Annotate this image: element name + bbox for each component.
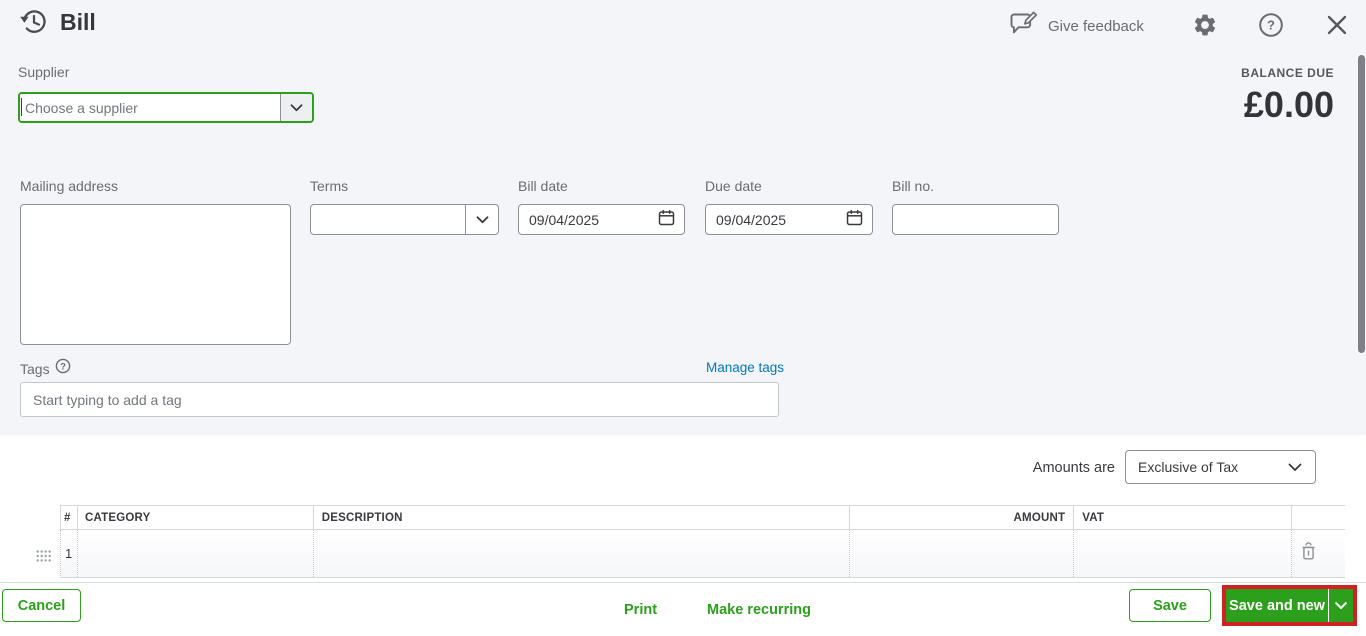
tags-label: Tags	[20, 360, 50, 377]
bill-date-field[interactable]	[518, 204, 685, 235]
manage-tags-link[interactable]: Manage tags	[706, 360, 784, 375]
due-date-label: Due date	[705, 178, 762, 194]
column-header-vat: VAT	[1074, 506, 1293, 529]
balance-due-label: BALANCE DUE	[1241, 66, 1334, 80]
bill-no-label: Bill no.	[892, 178, 935, 194]
terms-value	[311, 205, 465, 234]
chevron-down-icon	[290, 99, 303, 117]
column-header-number: #	[61, 506, 78, 529]
line-items-table-header: # CATEGORY DESCRIPTION AMOUNT VAT	[60, 505, 1345, 530]
chevron-down-icon	[476, 211, 489, 229]
bill-date-input[interactable]	[529, 211, 658, 228]
page-title: Bill	[60, 9, 96, 35]
save-and-new-annotation-highlight: Save and new	[1222, 585, 1357, 626]
description-cell[interactable]	[314, 530, 851, 577]
amounts-are-select[interactable]: Exclusive of Tax	[1125, 450, 1316, 484]
supplier-dropdown-button[interactable]	[280, 94, 312, 121]
terms-select[interactable]	[310, 204, 499, 235]
history-icon[interactable]	[19, 7, 49, 42]
cancel-button[interactable]: Cancel	[2, 589, 81, 622]
save-options-dropdown-button[interactable]	[1329, 589, 1353, 622]
calendar-icon[interactable]	[658, 209, 675, 231]
tags-help-icon[interactable]: ?	[55, 358, 71, 379]
due-date-input[interactable]	[716, 211, 846, 228]
tags-input[interactable]	[20, 382, 779, 417]
row-drag-handle[interactable]	[36, 549, 51, 567]
amounts-are-value: Exclusive of Tax	[1138, 459, 1239, 475]
table-row: 1	[60, 530, 1345, 578]
text-cursor	[21, 98, 22, 116]
trash-icon[interactable]	[1301, 541, 1316, 566]
help-icon[interactable]: ?	[1258, 12, 1284, 43]
supplier-input[interactable]	[20, 94, 280, 121]
close-icon[interactable]	[1326, 14, 1348, 41]
amounts-are-label: Amounts are	[1032, 460, 1115, 476]
column-header-amount: AMOUNT	[850, 506, 1075, 529]
make-recurring-link[interactable]: Make recurring	[707, 583, 811, 636]
bill-form-page: Bill Give feedback ? Supplier Choose a s…	[0, 0, 1366, 636]
column-header-description: DESCRIPTION	[314, 506, 851, 529]
save-button[interactable]: Save	[1129, 589, 1211, 622]
amount-cell[interactable]	[850, 530, 1075, 577]
svg-text:?: ?	[60, 361, 66, 372]
give-feedback-button[interactable]: Give feedback	[1010, 10, 1144, 42]
row-number: 1	[61, 530, 78, 577]
due-date-field[interactable]	[705, 204, 873, 235]
supplier-combobox[interactable]	[18, 92, 314, 123]
chevron-down-icon	[1335, 597, 1347, 615]
gear-icon[interactable]	[1192, 12, 1218, 43]
save-and-new-button[interactable]: Save and new	[1226, 589, 1328, 622]
feedback-icon	[1010, 10, 1039, 42]
mailing-address-label: Mailing address	[20, 178, 119, 194]
vertical-scrollbar[interactable]	[1358, 55, 1365, 353]
bill-header-section: Bill Give feedback ? Supplier Choose a s…	[0, 0, 1366, 435]
terms-label: Terms	[310, 178, 349, 194]
calendar-icon[interactable]	[846, 209, 863, 231]
terms-dropdown-button[interactable]	[465, 205, 498, 234]
category-cell[interactable]	[78, 530, 314, 577]
svg-text:?: ?	[1267, 18, 1275, 33]
bill-date-label: Bill date	[518, 178, 568, 194]
give-feedback-label: Give feedback	[1048, 17, 1144, 35]
vat-cell[interactable]	[1074, 530, 1293, 577]
row-actions-cell	[1292, 530, 1345, 577]
bill-no-input[interactable]	[892, 204, 1059, 235]
balance-due-amount: £0.00	[1243, 84, 1334, 125]
mailing-address-textarea[interactable]	[20, 204, 291, 345]
footer-bar: Cancel Print Make recurring Save Save an…	[0, 582, 1366, 636]
supplier-label: Supplier	[18, 64, 70, 80]
print-link[interactable]: Print	[624, 583, 657, 636]
chevron-down-icon	[1288, 463, 1315, 472]
column-header-category: CATEGORY	[78, 506, 314, 529]
column-header-actions	[1292, 506, 1345, 529]
